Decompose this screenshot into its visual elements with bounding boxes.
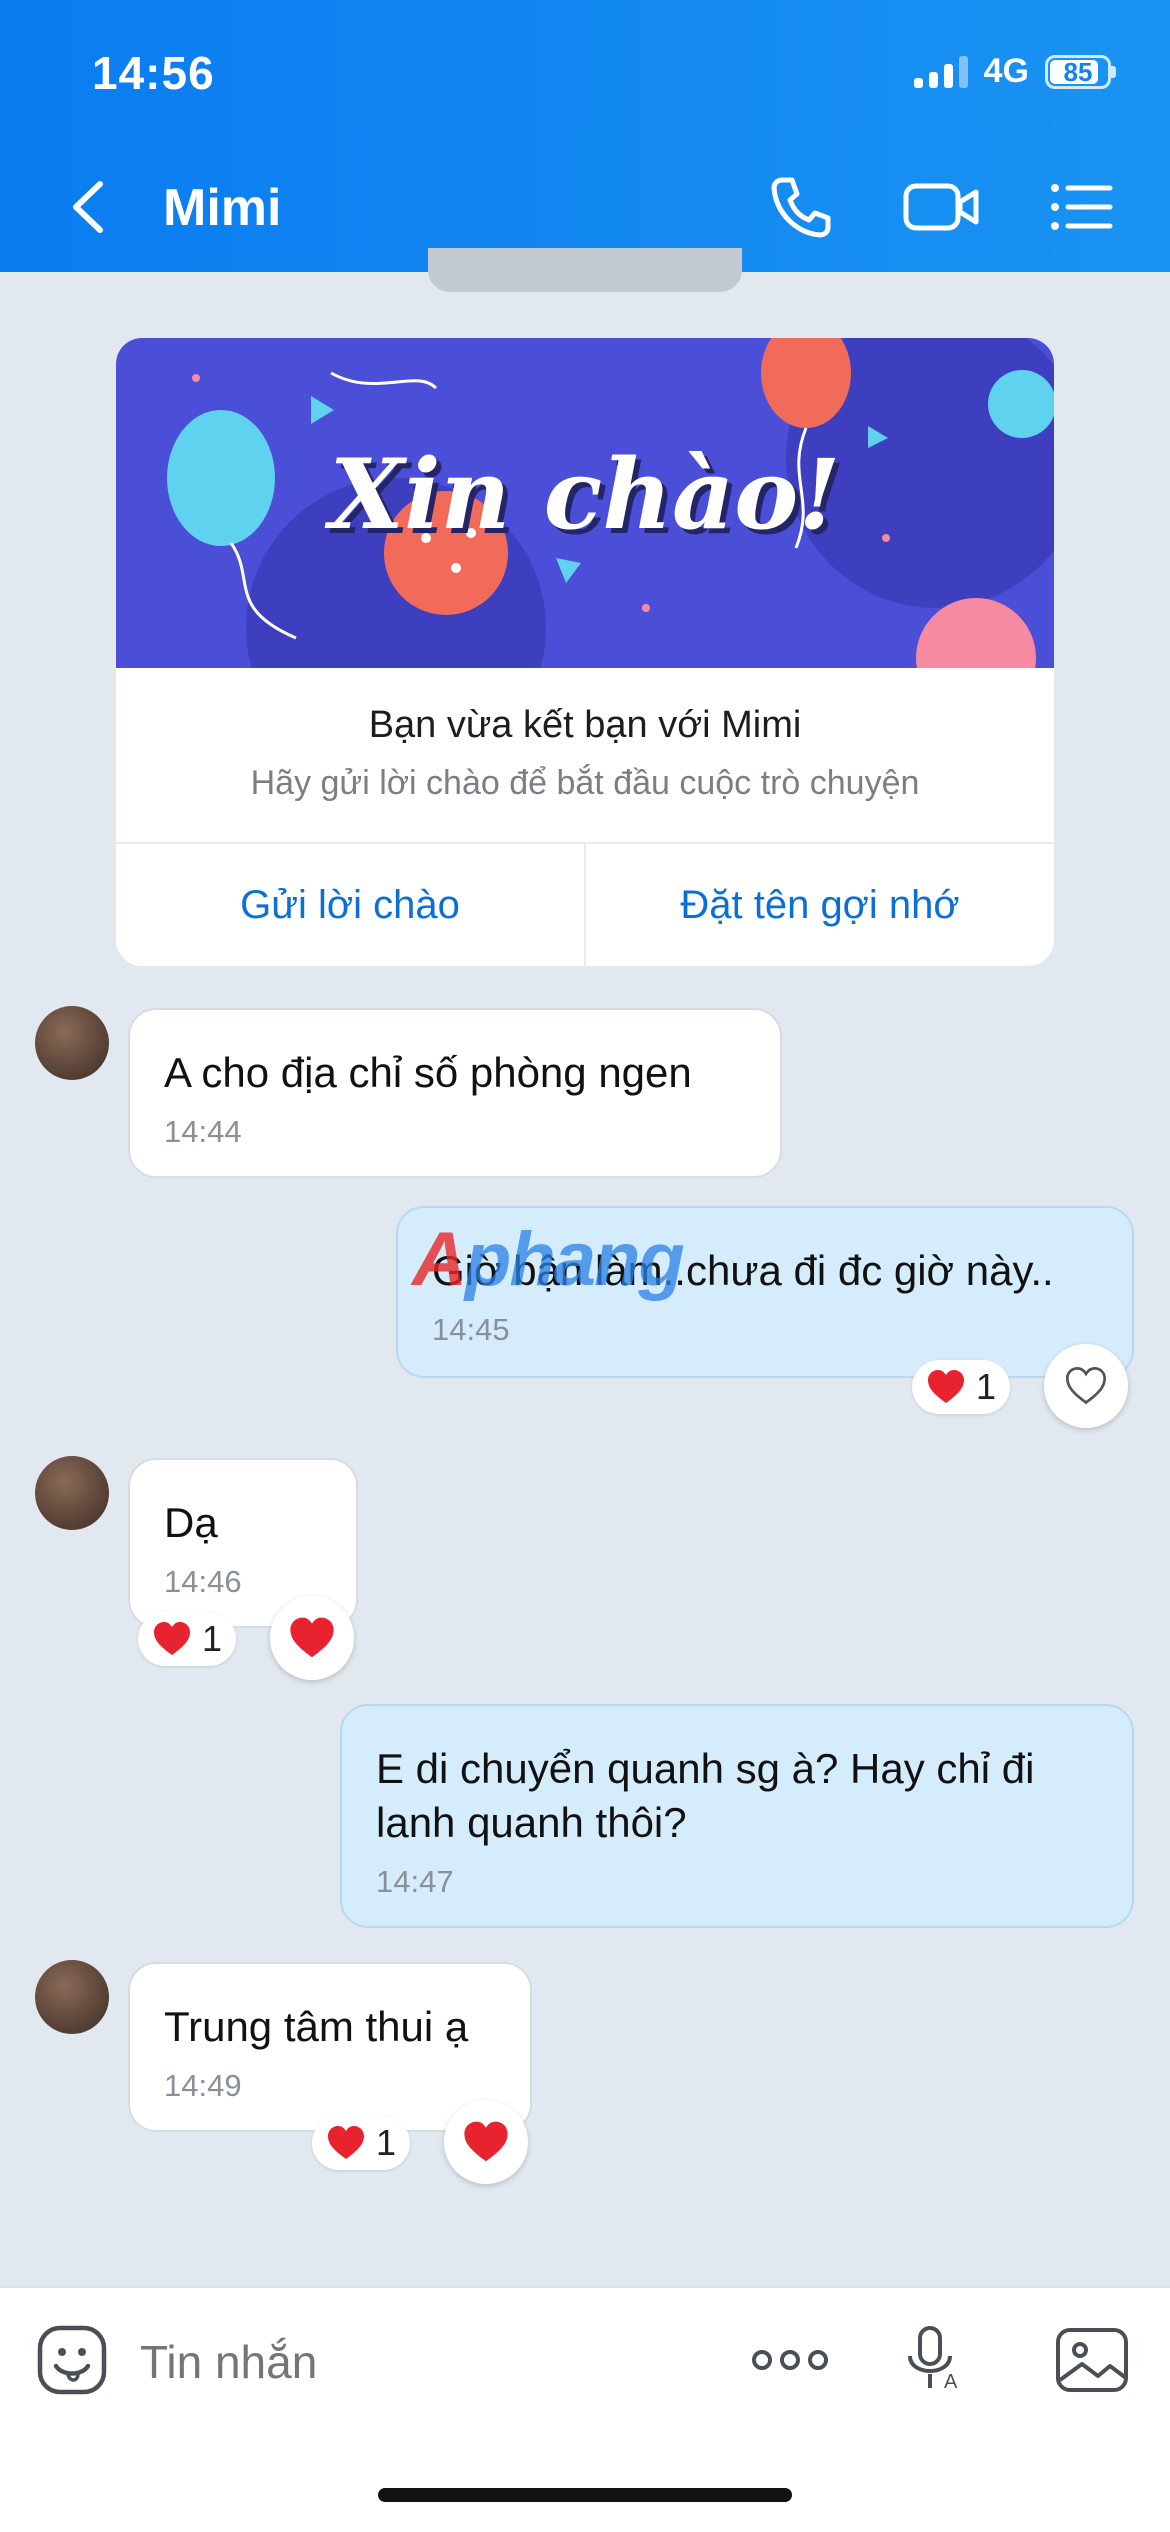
reaction-count[interactable]: 1 bbox=[912, 1360, 1011, 1414]
watermark-logo: Aphang bbox=[412, 1217, 685, 1302]
header: 14:56 4G 85 Mimi bbox=[0, 0, 1170, 272]
reaction-count-value: 1 bbox=[376, 2122, 397, 2163]
back-button[interactable] bbox=[62, 172, 112, 242]
message-text: E di chuyển quanh sg à? Hay chỉ đi lanh … bbox=[376, 1745, 1035, 1846]
conversation-title: Mimi bbox=[163, 179, 282, 237]
react-button[interactable] bbox=[270, 1596, 354, 1680]
react-button[interactable] bbox=[444, 2100, 528, 2184]
voice-message-button[interactable]: A bbox=[898, 2322, 968, 2398]
message-text: Dạ bbox=[164, 1499, 218, 1546]
welcome-banner-text: Xin chào! bbox=[329, 438, 841, 551]
heart-outline-icon bbox=[1065, 1367, 1107, 1405]
message-bubble-outgoing[interactable]: E di chuyển quanh sg à? Hay chỉ đi lanh … bbox=[340, 1704, 1134, 1928]
message-time: 14:45 bbox=[432, 1312, 510, 1347]
set-nickname-button[interactable]: Đặt tên gợi nhớ bbox=[584, 844, 1054, 966]
heart-icon bbox=[154, 1622, 190, 1655]
heart-icon bbox=[328, 2126, 364, 2159]
voice-icon: A bbox=[908, 2326, 958, 2393]
message-time: 14:44 bbox=[164, 1114, 242, 1149]
status-time: 14:56 bbox=[92, 47, 215, 99]
battery-level: 85 bbox=[1063, 56, 1093, 87]
message-time: 14:49 bbox=[164, 2068, 242, 2103]
date-pill bbox=[428, 248, 742, 292]
home-indicator bbox=[378, 2488, 792, 2502]
welcome-title: Bạn vừa kết bạn với Mimi bbox=[368, 704, 802, 746]
battery-icon: 85 bbox=[1045, 54, 1111, 89]
friend-welcome-card: Xin chào! Bạn vừa kết bạn với Mimi Hãy g… bbox=[116, 338, 1054, 966]
more-icon bbox=[752, 2350, 828, 2370]
reaction-count-value: 1 bbox=[202, 1618, 223, 1659]
call-button[interactable] bbox=[766, 172, 836, 242]
avatar[interactable] bbox=[35, 1006, 109, 1080]
avatar[interactable] bbox=[35, 1456, 109, 1530]
heart-icon bbox=[464, 2121, 508, 2162]
send-greeting-button[interactable]: Gửi lời chào bbox=[116, 844, 584, 966]
image-button[interactable] bbox=[1054, 2322, 1130, 2398]
emoji-icon bbox=[37, 2325, 107, 2395]
conversation-menu-button[interactable] bbox=[1046, 172, 1116, 242]
network-label: 4G bbox=[983, 52, 1029, 90]
message-time: 14:47 bbox=[376, 1864, 454, 1899]
menu-list-icon bbox=[1051, 184, 1113, 230]
back-icon bbox=[73, 181, 103, 233]
welcome-subtitle: Hãy gửi lời chào để bắt đầu cuộc trò chu… bbox=[250, 764, 920, 802]
welcome-actions: Gửi lời chào Đặt tên gợi nhớ bbox=[116, 842, 1054, 966]
message-text: Trung tâm thui ạ bbox=[164, 2003, 469, 2050]
avatar[interactable] bbox=[35, 1960, 109, 2034]
heart-icon bbox=[928, 1370, 964, 1403]
signal-icon bbox=[913, 55, 968, 88]
welcome-banner: Xin chào! bbox=[116, 338, 1054, 668]
message-time: 14:46 bbox=[164, 1564, 242, 1599]
message-input[interactable] bbox=[140, 2332, 700, 2392]
video-call-button[interactable] bbox=[902, 172, 982, 242]
reaction-count[interactable]: 1 bbox=[312, 2116, 411, 2170]
status-indicators: 4G 85 bbox=[913, 52, 1116, 91]
video-call-icon bbox=[903, 183, 979, 231]
reaction-count[interactable]: 1 bbox=[138, 1612, 237, 1666]
more-options-button[interactable] bbox=[750, 2322, 830, 2398]
reaction-count-value: 1 bbox=[976, 1366, 997, 1407]
heart-icon bbox=[290, 1617, 334, 1658]
phone-icon bbox=[771, 177, 831, 238]
react-button[interactable] bbox=[1044, 1344, 1128, 1428]
message-text: A cho địa chỉ số phòng ngen bbox=[164, 1049, 692, 1096]
svg-text:A: A bbox=[944, 2371, 958, 2393]
image-icon bbox=[1056, 2328, 1128, 2392]
message-bubble-incoming[interactable]: A cho địa chỉ số phòng ngen 14:44 bbox=[128, 1008, 782, 1178]
emoji-button[interactable] bbox=[36, 2324, 108, 2396]
